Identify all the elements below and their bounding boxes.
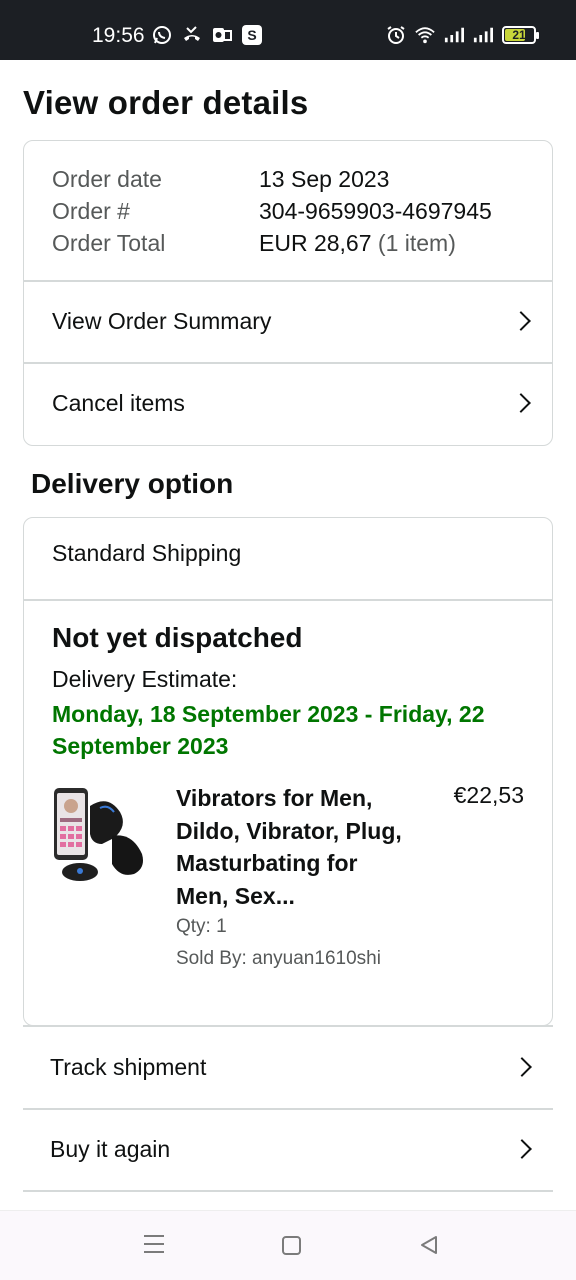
delivery-estimate-dates: Monday, 18 September 2023 - Friday, 22 S…	[52, 701, 485, 759]
outlook-icon	[212, 25, 232, 45]
notification-icons: S	[152, 25, 262, 45]
order-total-value: EUR 28,67	[259, 230, 372, 256]
menu-icon[interactable]	[144, 1235, 164, 1253]
order-info: Order date 13 Sep 2023 Order # 304-96599…	[52, 163, 492, 259]
system-nav-bar	[0, 1210, 576, 1280]
buy-it-again-label: Buy it again	[50, 1135, 171, 1162]
delivery-card: Standard Shipping Not yet dispatched Del…	[23, 517, 553, 1026]
signal-icon	[444, 25, 464, 45]
order-card: Order date 13 Sep 2023 Order # 304-96599…	[23, 140, 553, 446]
product-title-link[interactable]: Vibrators for Men, Dildo, Vibrator, Plug…	[176, 782, 408, 912]
order-date-value: 13 Sep 2023	[259, 166, 390, 192]
system-icons: 21	[386, 25, 539, 45]
product-seller: Sold By: anyuan1610shi	[176, 948, 381, 969]
order-number-label: Order #	[52, 198, 130, 224]
status-time: 19:56	[92, 24, 145, 47]
skype-icon: S	[242, 25, 262, 45]
order-number-row: Order # 304-9659903-4697945	[52, 195, 492, 227]
chevron-right-icon	[512, 1139, 532, 1159]
delivery-section-title: Delivery option	[31, 468, 234, 499]
missed-call-icon	[182, 25, 202, 45]
view-order-summary-label: View Order Summary	[52, 307, 272, 334]
product-price: €22,53	[453, 782, 524, 808]
shipping-method: Standard Shipping	[52, 540, 242, 566]
battery-level: 21	[512, 28, 526, 42]
shipment-status: Not yet dispatched	[52, 622, 303, 653]
order-total-row: Order Total EUR 28,67 (1 item)	[52, 227, 492, 259]
home-icon[interactable]	[282, 1236, 301, 1255]
order-total-items: (1 item)	[377, 230, 456, 256]
chevron-right-icon	[511, 311, 531, 331]
chevron-right-icon	[511, 393, 531, 413]
product-thumbnail[interactable]	[52, 786, 152, 884]
divider	[23, 1190, 553, 1192]
battery-icon: 21	[502, 26, 539, 44]
cancel-items-label: Cancel items	[52, 389, 185, 416]
order-total-value-group: EUR 28,67 (1 item)	[259, 227, 456, 259]
order-number-value: 304-9659903-4697945	[259, 198, 492, 224]
buy-it-again-button[interactable]: Buy it again	[23, 1108, 553, 1190]
divider	[24, 599, 552, 601]
order-total-label: Order Total	[52, 230, 166, 256]
order-date-label: Order date	[52, 166, 162, 192]
product-quantity: Qty: 1	[176, 916, 227, 937]
track-shipment-label: Track shipment	[50, 1053, 207, 1080]
page-title: View order details	[23, 84, 309, 121]
view-order-summary-link[interactable]: View Order Summary	[24, 281, 552, 361]
back-icon[interactable]	[419, 1235, 439, 1255]
delivery-estimate-label: Delivery Estimate:	[52, 666, 238, 692]
chevron-right-icon	[512, 1057, 532, 1077]
wifi-icon	[415, 25, 435, 45]
track-shipment-button[interactable]: Track shipment	[23, 1026, 553, 1108]
status-bar: 19:56 S 21	[0, 0, 576, 60]
whatsapp-icon	[152, 25, 172, 45]
signal-icon	[473, 25, 493, 45]
alarm-icon	[386, 25, 406, 45]
order-date-row: Order date 13 Sep 2023	[52, 163, 492, 195]
cancel-items-link[interactable]: Cancel items	[24, 363, 552, 443]
